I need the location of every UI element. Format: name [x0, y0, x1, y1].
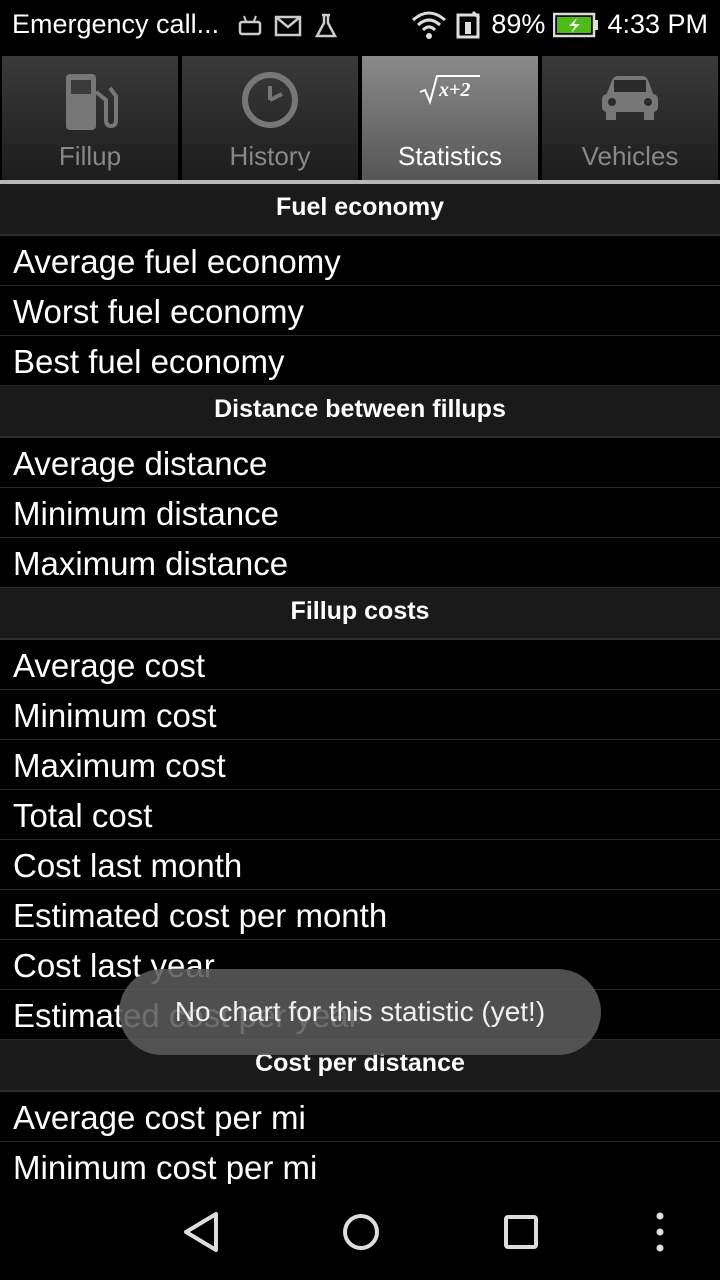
- list-item[interactable]: Worst fuel economy: [0, 286, 720, 336]
- tab-fillup[interactable]: Fillup: [2, 56, 178, 182]
- flask-icon: [314, 13, 338, 38]
- list-item[interactable]: Minimum cost: [0, 690, 720, 740]
- car-icon: [602, 76, 658, 120]
- list-item[interactable]: Cost last month: [0, 840, 720, 890]
- tab-bar: Fillup History x+2 Statistics Vehicles: [0, 56, 720, 182]
- tab-label: History: [229, 141, 311, 171]
- list-item[interactable]: Total cost: [0, 790, 720, 840]
- list-item[interactable]: Estimated cost per month: [0, 890, 720, 940]
- svg-text:x+2: x+2: [438, 79, 470, 101]
- back-icon[interactable]: [180, 1202, 224, 1262]
- tab-vehicles[interactable]: Vehicles: [542, 56, 718, 182]
- tab-label: Statistics: [397, 141, 503, 171]
- mail-icon: [274, 15, 302, 37]
- battery-charging-icon: [553, 12, 599, 37]
- notification-icons: [236, 12, 340, 40]
- overflow-menu-icon[interactable]: [650, 1202, 670, 1262]
- clock-icon: [242, 72, 298, 128]
- list-item[interactable]: Best fuel economy: [0, 336, 720, 386]
- battery-percent: 89%: [491, 9, 546, 39]
- list-item[interactable]: Average cost per mi: [0, 1092, 720, 1142]
- section-header-costs: Fillup costs: [0, 588, 720, 640]
- status-bar: Emergency call... 89% 4:33 PM: [0, 0, 720, 54]
- tab-label: Fillup: [58, 141, 122, 171]
- tab-label: Vehicles: [581, 141, 679, 171]
- section-header-distance: Distance between fillups: [0, 386, 720, 438]
- section-header-fuel-economy: Fuel economy: [0, 184, 720, 236]
- list-item[interactable]: Average distance: [0, 438, 720, 488]
- sim-data-icon: [456, 10, 481, 38]
- status-right: 89% 4:33 PM: [411, 9, 708, 40]
- tab-statistics[interactable]: x+2 Statistics: [362, 56, 538, 182]
- wifi-icon: [412, 11, 447, 39]
- navigation-bar: [0, 1184, 720, 1280]
- notification-text: Emergency call...: [12, 9, 220, 39]
- list-item[interactable]: Maximum cost: [0, 740, 720, 790]
- sqrt-formula-icon: x+2: [419, 75, 480, 106]
- tab-history[interactable]: History: [182, 56, 358, 182]
- fuel-pump-icon: [66, 74, 118, 130]
- home-icon[interactable]: [339, 1202, 383, 1262]
- clock-time: 4:33 PM: [607, 9, 708, 39]
- toast-message: No chart for this statistic (yet!): [119, 969, 601, 1055]
- recents-icon[interactable]: [499, 1202, 543, 1262]
- list-item[interactable]: Average cost: [0, 640, 720, 690]
- list-item[interactable]: Average fuel economy: [0, 236, 720, 286]
- list-item[interactable]: Maximum distance: [0, 538, 720, 588]
- list-item[interactable]: Minimum distance: [0, 488, 720, 538]
- android-icon: [238, 15, 262, 36]
